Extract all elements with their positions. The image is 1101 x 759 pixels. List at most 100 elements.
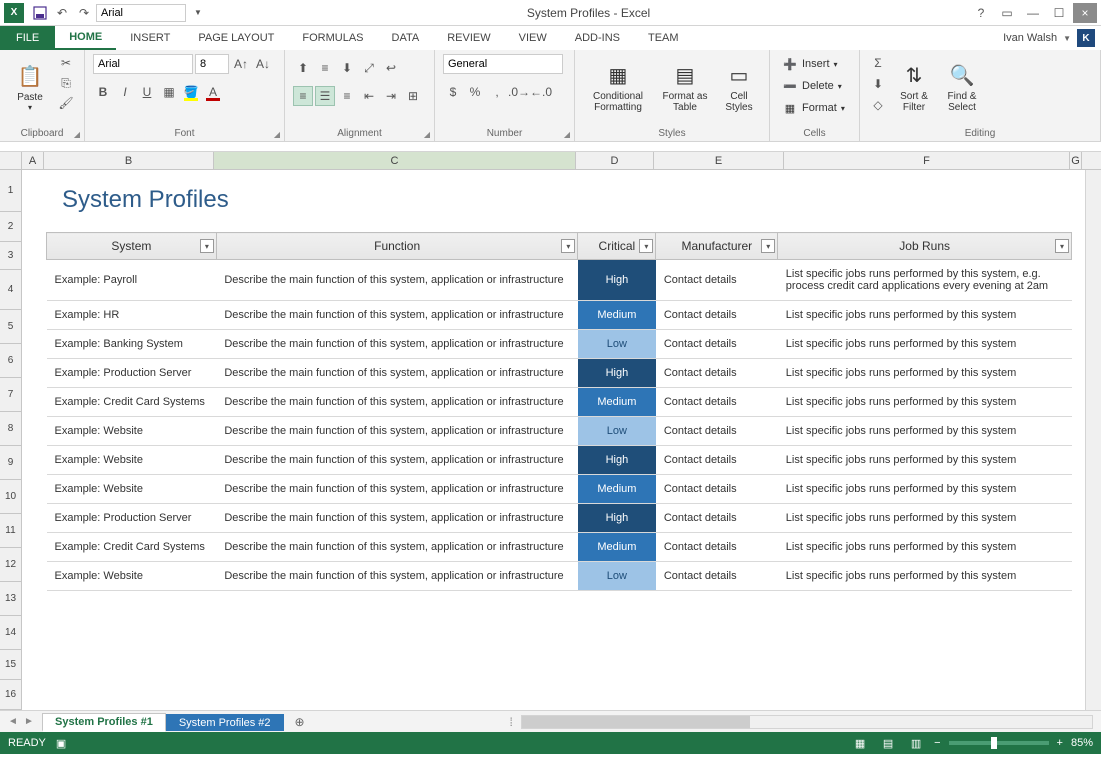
filter-icon[interactable]: ▾ bbox=[639, 239, 653, 253]
cell-manufacturer[interactable]: Contact details bbox=[656, 562, 778, 591]
macro-record-icon[interactable]: ▣ bbox=[56, 737, 66, 750]
col-header-C[interactable]: C bbox=[214, 152, 576, 169]
row-header-15[interactable]: 15 bbox=[0, 650, 21, 680]
select-all-corner[interactable] bbox=[0, 152, 22, 169]
cell-function[interactable]: Describe the main function of this syste… bbox=[216, 504, 578, 533]
align-right-icon[interactable]: ≡ bbox=[337, 86, 357, 106]
cell-jobs[interactable]: List specific jobs runs performed by thi… bbox=[778, 330, 1072, 359]
italic-button[interactable]: I bbox=[115, 82, 135, 102]
launcher-icon[interactable]: ◢ bbox=[274, 130, 280, 139]
help-icon[interactable]: ? bbox=[969, 3, 993, 23]
cell-system[interactable]: Example: Website bbox=[47, 475, 217, 504]
wrap-text-icon[interactable]: ↩ bbox=[381, 58, 401, 78]
row-header-10[interactable]: 10 bbox=[0, 480, 21, 514]
cell-manufacturer[interactable]: Contact details bbox=[656, 388, 778, 417]
ribbon-display-icon[interactable]: ▭ bbox=[995, 3, 1019, 23]
cell-jobs[interactable]: List specific jobs runs performed by thi… bbox=[778, 475, 1072, 504]
autosum-icon[interactable]: Σ bbox=[868, 54, 888, 72]
cell-system[interactable]: Example: Credit Card Systems bbox=[47, 388, 217, 417]
font-size-select[interactable] bbox=[195, 54, 229, 74]
page-break-view-icon[interactable]: ▥ bbox=[906, 735, 926, 751]
paste-button[interactable]: 📋 Paste ▾ bbox=[8, 54, 52, 120]
row-header-1[interactable]: 1 bbox=[0, 170, 21, 212]
tab-page-layout[interactable]: PAGE LAYOUT bbox=[184, 26, 288, 50]
row-header-9[interactable]: 9 bbox=[0, 446, 21, 480]
table-header[interactable]: Critical▾ bbox=[578, 233, 656, 260]
cell-jobs[interactable]: List specific jobs runs performed by thi… bbox=[778, 359, 1072, 388]
cell-critical[interactable]: High bbox=[578, 260, 656, 301]
insert-cells-button[interactable]: ➕Insert▾ bbox=[778, 54, 842, 74]
tab-insert[interactable]: INSERT bbox=[116, 26, 184, 50]
cell-system[interactable]: Example: Credit Card Systems bbox=[47, 533, 217, 562]
cell-manufacturer[interactable]: Contact details bbox=[656, 417, 778, 446]
cell-manufacturer[interactable]: Contact details bbox=[656, 330, 778, 359]
bold-button[interactable]: B bbox=[93, 82, 113, 102]
cell-critical[interactable]: Low bbox=[578, 417, 656, 446]
cell-critical[interactable]: High bbox=[578, 504, 656, 533]
table-row[interactable]: Example: Production ServerDescribe the m… bbox=[47, 359, 1072, 388]
table-row[interactable]: Example: Credit Card SystemsDescribe the… bbox=[47, 533, 1072, 562]
table-row[interactable]: Example: Credit Card SystemsDescribe the… bbox=[47, 388, 1072, 417]
cell-system[interactable]: Example: Production Server bbox=[47, 504, 217, 533]
cell-manufacturer[interactable]: Contact details bbox=[656, 260, 778, 301]
cell-jobs[interactable]: List specific jobs runs performed by thi… bbox=[778, 260, 1072, 301]
sheet-nav-first-icon[interactable]: ◄ bbox=[6, 715, 20, 729]
table-header[interactable]: Function▾ bbox=[216, 233, 578, 260]
cell-manufacturer[interactable]: Contact details bbox=[656, 475, 778, 504]
horizontal-scrollbar[interactable] bbox=[521, 715, 1093, 729]
cell-function[interactable]: Describe the main function of this syste… bbox=[216, 417, 578, 446]
cell-jobs[interactable]: List specific jobs runs performed by thi… bbox=[778, 388, 1072, 417]
filter-icon[interactable]: ▾ bbox=[200, 239, 214, 253]
cell-critical[interactable]: Medium bbox=[578, 475, 656, 504]
decrease-decimal-icon[interactable]: ←.0 bbox=[531, 82, 551, 102]
formula-bar[interactable] bbox=[0, 142, 1101, 152]
decrease-font-icon[interactable]: A↓ bbox=[253, 54, 273, 74]
clear-icon[interactable]: ◇ bbox=[868, 96, 888, 114]
row-header-12[interactable]: 12 bbox=[0, 548, 21, 582]
table-row[interactable]: Example: WebsiteDescribe the main functi… bbox=[47, 446, 1072, 475]
vertical-scrollbar[interactable] bbox=[1085, 170, 1101, 710]
cell-manufacturer[interactable]: Contact details bbox=[656, 533, 778, 562]
launcher-icon[interactable]: ◢ bbox=[564, 130, 570, 139]
zoom-out-icon[interactable]: − bbox=[934, 737, 940, 749]
cell-function[interactable]: Describe the main function of this syste… bbox=[216, 330, 578, 359]
cell-system[interactable]: Example: Website bbox=[47, 446, 217, 475]
cell-system[interactable]: Example: Production Server bbox=[47, 359, 217, 388]
new-sheet-button[interactable]: ⊕ bbox=[290, 713, 310, 731]
fill-color-icon[interactable]: 🪣 bbox=[181, 82, 201, 102]
sheet-tab-inactive[interactable]: System Profiles #2 bbox=[166, 714, 284, 731]
table-row[interactable]: Example: PayrollDescribe the main functi… bbox=[47, 260, 1072, 301]
cell-function[interactable]: Describe the main function of this syste… bbox=[216, 388, 578, 417]
align-middle-icon[interactable]: ≡ bbox=[315, 58, 335, 78]
find-select-button[interactable]: 🔍Find & Select bbox=[940, 54, 984, 120]
cell-system[interactable]: Example: Payroll bbox=[47, 260, 217, 301]
cell-manufacturer[interactable]: Contact details bbox=[656, 301, 778, 330]
row-header-4[interactable]: 4 bbox=[0, 270, 21, 310]
cell-critical[interactable]: Low bbox=[578, 562, 656, 591]
tab-formulas[interactable]: FORMULAS bbox=[288, 26, 377, 50]
underline-button[interactable]: U bbox=[137, 82, 157, 102]
cut-icon[interactable]: ✂ bbox=[56, 54, 76, 72]
row-header-5[interactable]: 5 bbox=[0, 310, 21, 344]
table-row[interactable]: Example: WebsiteDescribe the main functi… bbox=[47, 417, 1072, 446]
redo-icon[interactable]: ↷ bbox=[74, 3, 94, 23]
sheet-nav-last-icon[interactable]: ► bbox=[22, 715, 36, 729]
cell-manufacturer[interactable]: Contact details bbox=[656, 446, 778, 475]
row-header-6[interactable]: 6 bbox=[0, 344, 21, 378]
cell-function[interactable]: Describe the main function of this syste… bbox=[216, 562, 578, 591]
cell-function[interactable]: Describe the main function of this syste… bbox=[216, 301, 578, 330]
user-badge[interactable]: K bbox=[1077, 29, 1095, 47]
cell-jobs[interactable]: List specific jobs runs performed by thi… bbox=[778, 533, 1072, 562]
maximize-icon[interactable]: ☐ bbox=[1047, 3, 1071, 23]
row-header-14[interactable]: 14 bbox=[0, 616, 21, 650]
percent-icon[interactable]: % bbox=[465, 82, 485, 102]
col-header-E[interactable]: E bbox=[654, 152, 784, 169]
table-row[interactable]: Example: WebsiteDescribe the main functi… bbox=[47, 562, 1072, 591]
cell-function[interactable]: Describe the main function of this syste… bbox=[216, 475, 578, 504]
launcher-icon[interactable]: ◢ bbox=[424, 130, 430, 139]
align-center-icon[interactable]: ☰ bbox=[315, 86, 335, 106]
row-header-13[interactable]: 13 bbox=[0, 582, 21, 616]
delete-cells-button[interactable]: ➖Delete▾ bbox=[778, 76, 846, 96]
filter-icon[interactable]: ▾ bbox=[1055, 239, 1069, 253]
cell-critical[interactable]: Medium bbox=[578, 533, 656, 562]
